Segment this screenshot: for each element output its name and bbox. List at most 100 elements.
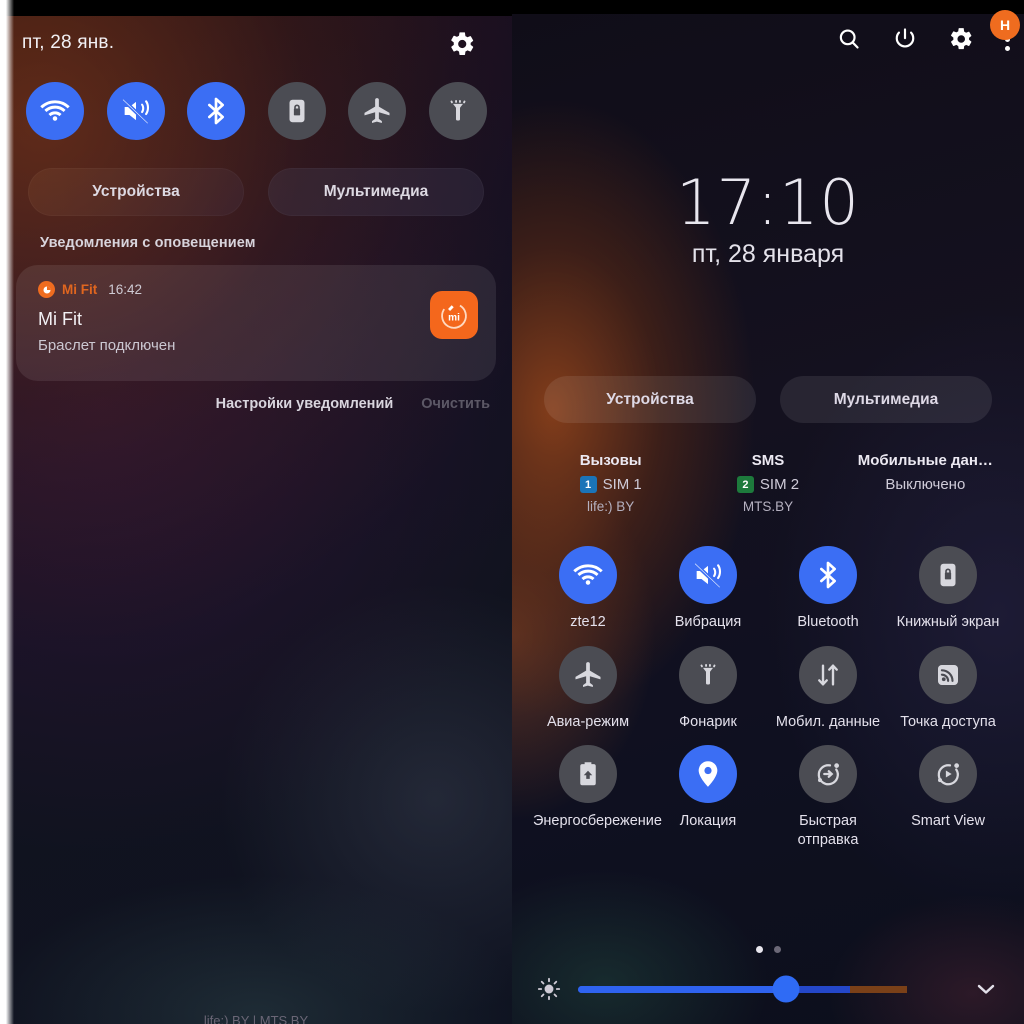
quick-toggle-flashlight[interactable]: [428, 82, 487, 140]
quick-toggle-bluetooth[interactable]: [187, 82, 245, 140]
sim-column-header: Мобильные дан…: [857, 452, 993, 469]
smart-view-icon: [919, 745, 977, 804]
page-dot[interactable]: [773, 946, 781, 953]
tile-airplane[interactable]: Авиа-режим: [528, 645, 648, 732]
quick-toggle-vibrate[interactable]: [106, 82, 165, 140]
mi-fit-app-thumb: mi: [430, 291, 478, 339]
tile-battery-saver[interactable]: Энергосбережение: [528, 745, 662, 849]
tile-quick-share[interactable]: Быстрая отправка: [768, 745, 888, 849]
gear-icon[interactable]: [948, 26, 974, 52]
tile-label: Книжный экран: [896, 614, 1000, 630]
carrier-label: life:) BY | MTS.BY: [203, 1013, 309, 1024]
tile-vibrate[interactable]: Вибрация: [648, 546, 768, 632]
sim-label: SIM 2: [759, 476, 800, 493]
tile-label: Фонарик: [679, 713, 737, 730]
tile-label: Авиа-режим: [546, 713, 630, 730]
sim-calls-column[interactable]: Вызовы 1 SIM 1 life:) BY: [532, 452, 689, 514]
brightness-knob[interactable]: [772, 975, 800, 1003]
tile-mobile-data[interactable]: Мобил. данные: [768, 645, 888, 732]
quick-toggle-wifi[interactable]: [26, 82, 84, 140]
notification-settings-button[interactable]: Настройки уведомлений: [216, 396, 394, 412]
date-label: пт, 28 января: [691, 240, 845, 268]
search-icon[interactable]: [836, 26, 862, 52]
tile-smart-view[interactable]: Smart View: [888, 745, 1008, 849]
sim-label: SIM 1: [602, 476, 642, 493]
gear-icon[interactable]: [448, 30, 476, 58]
mobile-data-column[interactable]: Мобильные дан… Выключено: [847, 452, 1004, 514]
bluetooth-icon: [799, 546, 857, 604]
chevron-down-icon[interactable]: [972, 975, 1000, 1003]
tile-label: Точка доступа: [900, 713, 996, 730]
notification-card[interactable]: Mi Fit 16:42 Mi Fit Браслет подключен mi: [16, 265, 496, 381]
brightness-slider[interactable]: [578, 975, 956, 1003]
airplane-icon: [362, 96, 392, 126]
tile-bluetooth[interactable]: Bluetooth: [768, 546, 888, 632]
sim-status-row: Вызовы 1 SIM 1 life:) BY SMS 2 SIM 2 MTS…: [512, 452, 1024, 514]
tile-label: zte12: [570, 614, 606, 630]
battery-saver-icon: [559, 745, 617, 804]
quick-toggle-airplane[interactable]: [348, 82, 406, 140]
quick-toggle-row: [26, 82, 487, 140]
flashlight-icon: [679, 645, 737, 704]
location-pin-icon: [679, 745, 737, 804]
volume-mute-vibrate-icon: [120, 95, 152, 127]
tile-label: Bluetooth: [797, 614, 859, 630]
hotspot-icon: [919, 645, 977, 704]
quick-share-icon: [799, 745, 857, 804]
devices-pill[interactable]: Устройства: [544, 376, 756, 423]
notification-actions: Настройки уведомлений Очистить: [216, 396, 490, 412]
volume-mute-vibrate-icon: [679, 546, 737, 604]
sim-badge: 1: [579, 476, 597, 493]
tile-label: Локация: [679, 813, 737, 830]
tile-wifi[interactable]: zte12: [528, 546, 648, 632]
overflow-menu-icon[interactable]: H: [990, 10, 1020, 52]
wifi-icon: [39, 95, 71, 127]
sim-badge: 2: [736, 476, 754, 493]
page-indicator: [512, 946, 1024, 953]
tile-location[interactable]: Локация: [648, 745, 768, 849]
tile-label: Мобил. данные: [775, 713, 881, 730]
notification-section-title: Уведомления с оповещением: [40, 235, 256, 251]
notification-shade-panel: пт, 28 янв. Устройства Мультимедиа Уведо…: [0, 0, 512, 1024]
airplane-icon: [559, 645, 617, 704]
tile-rotation-lock[interactable]: Книжный экран: [888, 546, 1008, 632]
status-date: пт, 28 янв.: [22, 32, 115, 53]
tile-label: Энергосбережение: [533, 813, 662, 830]
tile-hotspot[interactable]: Точка доступа: [888, 645, 1008, 732]
quick-settings-grid: zte12 Вибрация Bluetooth Книжный экран А…: [528, 546, 1008, 849]
tile-label: Smart View: [911, 813, 985, 830]
quick-toggle-rotation-lock[interactable]: [267, 82, 326, 140]
media-pill[interactable]: Мультимедиа: [780, 376, 992, 423]
tile-label: Быстрая отправка: [797, 813, 859, 848]
shortcut-pill-row: Устройства Мультимедиа: [28, 168, 484, 216]
data-transfer-icon: [799, 645, 857, 704]
sim-row: 2 SIM 2: [689, 476, 846, 493]
sim-column-header: SMS: [751, 452, 785, 469]
brightness-bar: [512, 968, 1024, 1010]
avatar[interactable]: H: [990, 10, 1020, 40]
page-dot-active[interactable]: [755, 946, 763, 953]
quick-settings-panel: H 17:10 пт, 28 января Устройства Мультим…: [512, 0, 1024, 1024]
media-pill[interactable]: Мультимедиа: [268, 168, 484, 216]
screen-rotation-lock-icon: [919, 546, 977, 604]
notification-title: Mi Fit: [38, 309, 82, 329]
notification-time: 16:42: [108, 282, 143, 297]
devices-pill[interactable]: Устройства: [28, 168, 244, 216]
dual-screenshot: пт, 28 янв. Устройства Мультимедиа Уведо…: [0, 0, 1024, 1024]
sim-sms-column[interactable]: SMS 2 SIM 2 MTS.BY: [689, 452, 846, 514]
qs-shortcut-pill-row: Устройства Мультимедиа: [512, 376, 1024, 423]
power-icon[interactable]: [892, 26, 918, 52]
clear-notifications-button[interactable]: Очистить: [421, 396, 490, 412]
sim-operator: life:) BY: [587, 499, 635, 514]
sim-operator: MTS.BY: [742, 499, 794, 514]
clock: 17:10: [676, 166, 860, 239]
mi-fit-icon: [38, 281, 55, 298]
notification-app-name: Mi Fit: [62, 282, 98, 297]
svg-text:mi: mi: [448, 313, 460, 324]
menu-dot: [1004, 45, 1010, 51]
tile-label: Вибрация: [674, 614, 742, 630]
brightness-icon: [536, 976, 562, 1002]
notification-body: Браслет подключен: [38, 337, 176, 354]
tile-flashlight[interactable]: Фонарик: [648, 645, 768, 732]
brightness-fill: [578, 985, 786, 993]
